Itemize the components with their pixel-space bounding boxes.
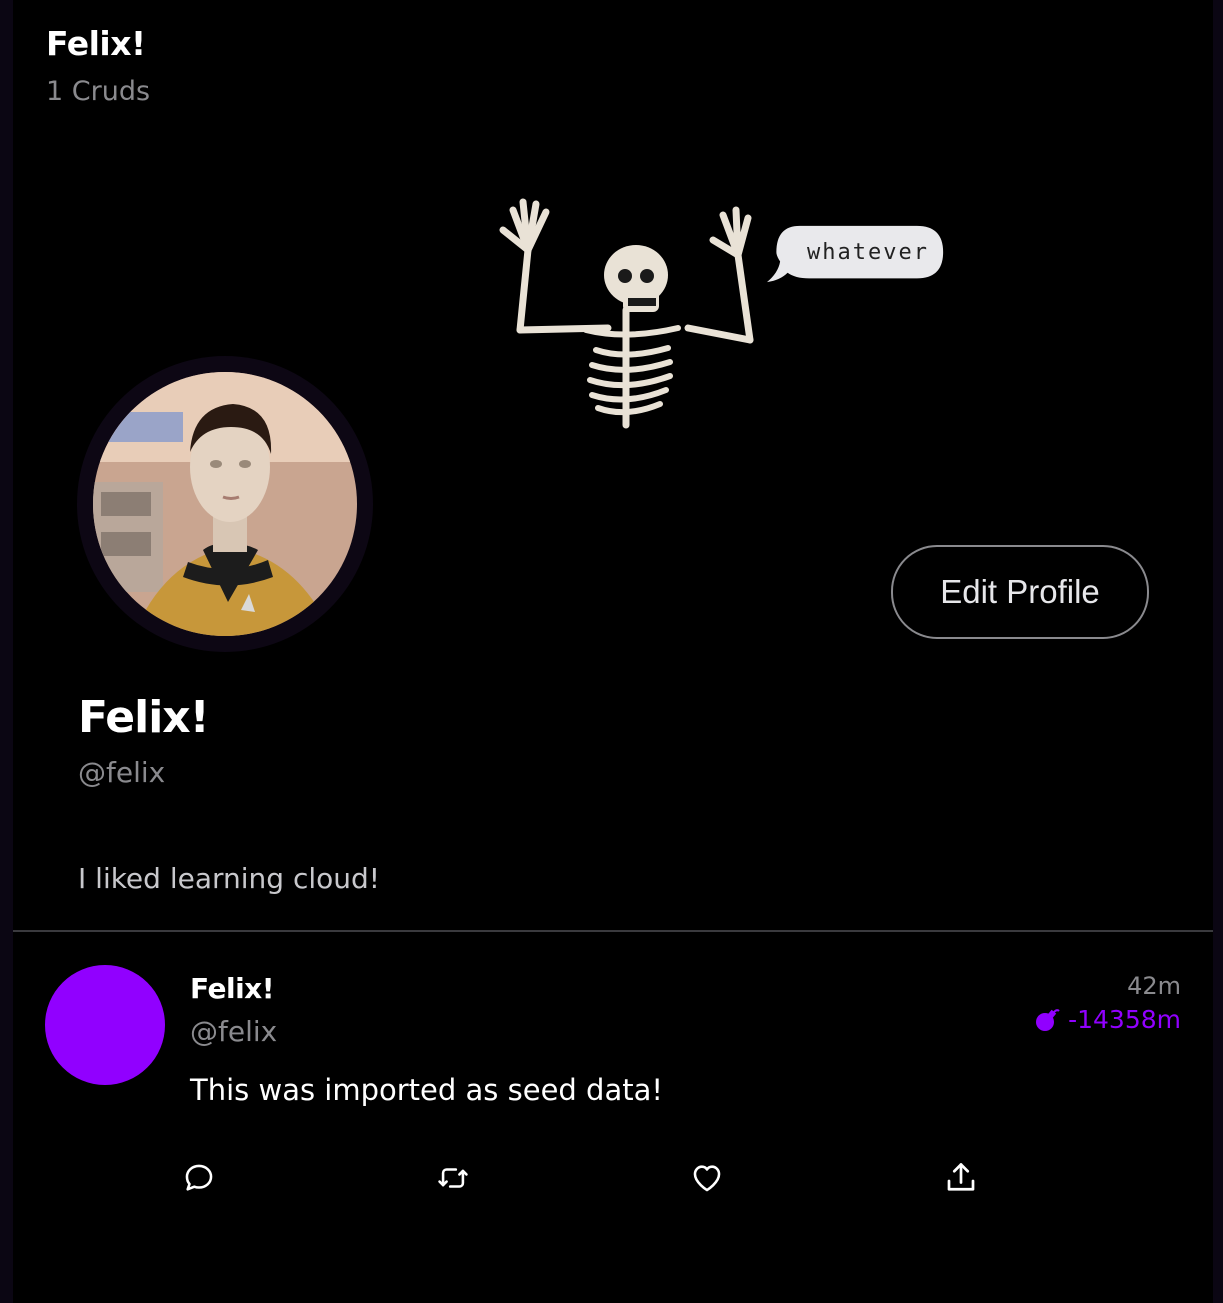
profile-name: Felix! xyxy=(78,692,210,743)
header-post-count: 1 Cruds xyxy=(46,76,151,107)
share-icon xyxy=(947,1163,975,1191)
profile-avatar xyxy=(93,372,357,636)
post-expiry: -14358m xyxy=(1034,1005,1181,1034)
post-timestamp: 42m xyxy=(1127,972,1181,1000)
heart-icon xyxy=(693,1165,721,1192)
post-text: This was imported as seed data! xyxy=(190,1073,663,1107)
post-author-handle[interactable]: @felix xyxy=(190,1015,277,1048)
post-expiry-value: -14358m xyxy=(1068,1005,1181,1034)
retweet-icon xyxy=(438,1168,468,1188)
profile-page: Felix! 1 Cruds whatever Edit Profile Fel… xyxy=(13,0,1213,1303)
comment-button[interactable] xyxy=(179,1158,219,1198)
divider xyxy=(13,930,1213,932)
post-author-name[interactable]: Felix! xyxy=(190,972,275,1005)
profile-handle: @felix xyxy=(78,756,166,789)
header-title: Felix! xyxy=(46,24,146,63)
retweet-button[interactable] xyxy=(433,1158,473,1198)
speech-bubble-text: whatever xyxy=(807,240,929,265)
edit-profile-button[interactable]: Edit Profile xyxy=(891,545,1149,639)
comment-icon xyxy=(185,1164,213,1191)
profile-bio: I liked learning cloud! xyxy=(78,862,381,895)
like-button[interactable] xyxy=(687,1158,727,1198)
bomb-icon xyxy=(1036,1008,1060,1031)
post-avatar[interactable] xyxy=(45,965,165,1085)
share-button[interactable] xyxy=(941,1158,981,1198)
